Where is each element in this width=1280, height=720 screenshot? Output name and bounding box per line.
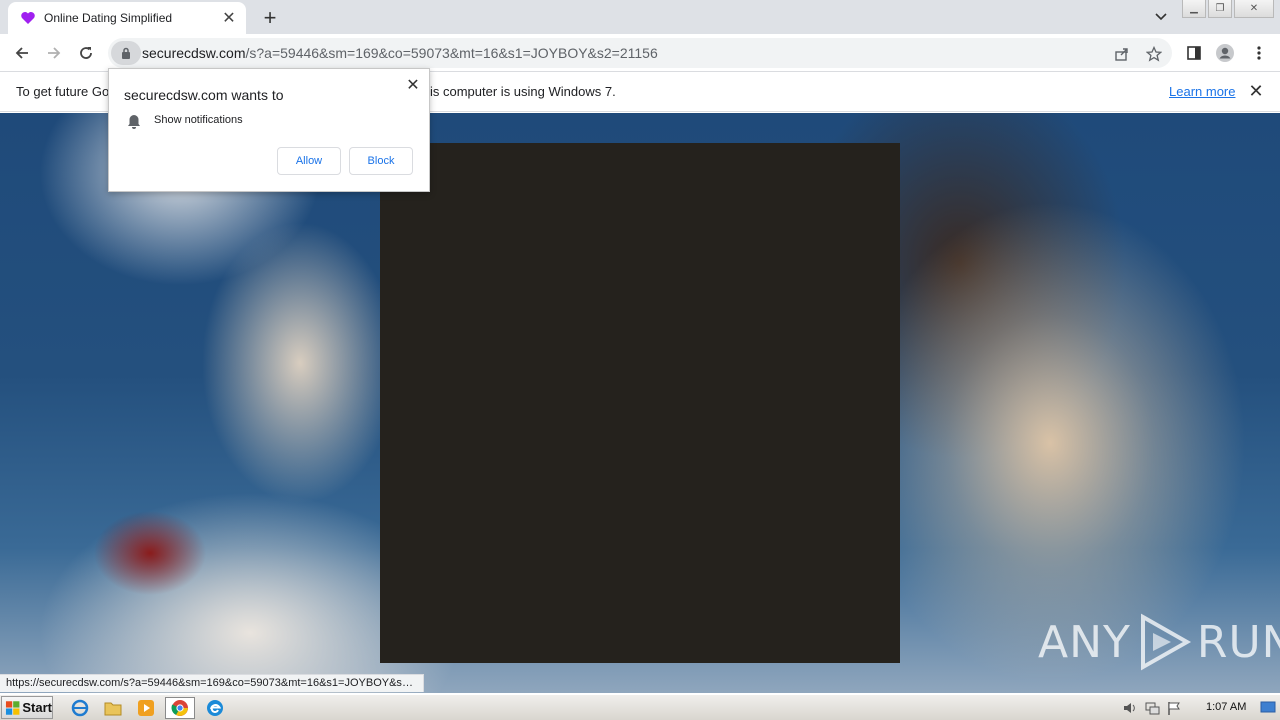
reload-button[interactable]	[72, 40, 100, 66]
lock-icon[interactable]	[111, 41, 141, 65]
infobar-text-start: To get future Go	[16, 84, 110, 99]
volume-icon[interactable]	[1122, 700, 1138, 716]
edge-icon[interactable]	[203, 697, 227, 719]
popup-title: securecdsw.com wants to	[124, 87, 284, 103]
block-button[interactable]: Block	[349, 147, 413, 175]
link-status-bubble: https://securecdsw.com/s?a=59446&sm=169&…	[0, 674, 424, 692]
tab-strip: Online Dating Simplified ✕ + ▁ ❐ ✕	[0, 0, 1280, 34]
tab-close-icon[interactable]: ✕	[220, 9, 238, 27]
window-controls: ▁ ❐ ✕	[1182, 0, 1274, 20]
close-window-button[interactable]: ✕	[1234, 0, 1274, 18]
tab-active[interactable]: Online Dating Simplified ✕	[8, 2, 246, 34]
internet-explorer-icon[interactable]	[68, 697, 92, 719]
address-bar[interactable]: securecdsw.com/s?a=59446&sm=169&co=59073…	[108, 38, 1172, 68]
chrome-icon[interactable]	[165, 697, 195, 719]
profile-avatar-icon[interactable]	[1214, 42, 1236, 64]
side-panel-icon[interactable]	[1183, 42, 1205, 64]
watermark-text-left: ANY	[1038, 616, 1131, 668]
bell-icon	[126, 113, 142, 131]
network-icon[interactable]	[1144, 700, 1160, 716]
media-player-icon[interactable]	[134, 697, 158, 719]
new-tab-button[interactable]: +	[258, 6, 282, 30]
allow-button[interactable]: Allow	[277, 147, 341, 175]
play-triangle-icon	[1140, 613, 1191, 671]
minimize-button[interactable]: ▁	[1182, 0, 1206, 18]
tab-title: Online Dating Simplified	[44, 11, 173, 25]
learn-more-link[interactable]: Learn more	[1169, 84, 1235, 99]
heart-icon	[20, 10, 36, 26]
start-button[interactable]: Start	[1, 696, 53, 719]
browser-toolbar: securecdsw.com/s?a=59446&sm=169&co=59073…	[0, 34, 1280, 72]
bookmark-star-icon[interactable]	[1144, 44, 1164, 64]
file-explorer-icon[interactable]	[101, 697, 125, 719]
watermark-text-right: RUN	[1196, 616, 1280, 668]
anyrun-watermark: ANY RUN	[1038, 613, 1280, 671]
system-tray	[1122, 697, 1182, 719]
taskbar-clock[interactable]: 1:07 AM	[1206, 701, 1246, 713]
restore-button[interactable]: ❐	[1208, 0, 1232, 18]
infobar-close-icon[interactable]: ✕	[1246, 81, 1266, 101]
infobar-text-end: is computer is using Windows 7.	[430, 84, 616, 99]
windows-logo-icon	[5, 700, 20, 715]
dark-overlay-box	[380, 143, 900, 663]
menu-kebab-icon[interactable]	[1248, 42, 1270, 64]
action-center-flag-icon[interactable]	[1166, 700, 1182, 716]
permission-label: Show notifications	[154, 114, 243, 126]
popup-close-icon[interactable]: ✕	[403, 75, 423, 95]
back-button[interactable]	[8, 40, 36, 66]
show-desktop-icon[interactable]	[1260, 699, 1276, 715]
forward-button[interactable]	[40, 40, 68, 66]
notification-permission-popup: securecdsw.com wants to ✕ Show notificat…	[108, 68, 430, 192]
windows-taskbar: Start 1:07 AM	[0, 694, 1280, 720]
tab-search-chevron-icon[interactable]	[1150, 8, 1172, 26]
share-icon[interactable]	[1112, 44, 1132, 64]
page-content: ANY RUN	[0, 113, 1280, 693]
url-text: securecdsw.com/s?a=59446&sm=169&co=59073…	[142, 45, 658, 61]
start-label: Start	[22, 700, 52, 715]
